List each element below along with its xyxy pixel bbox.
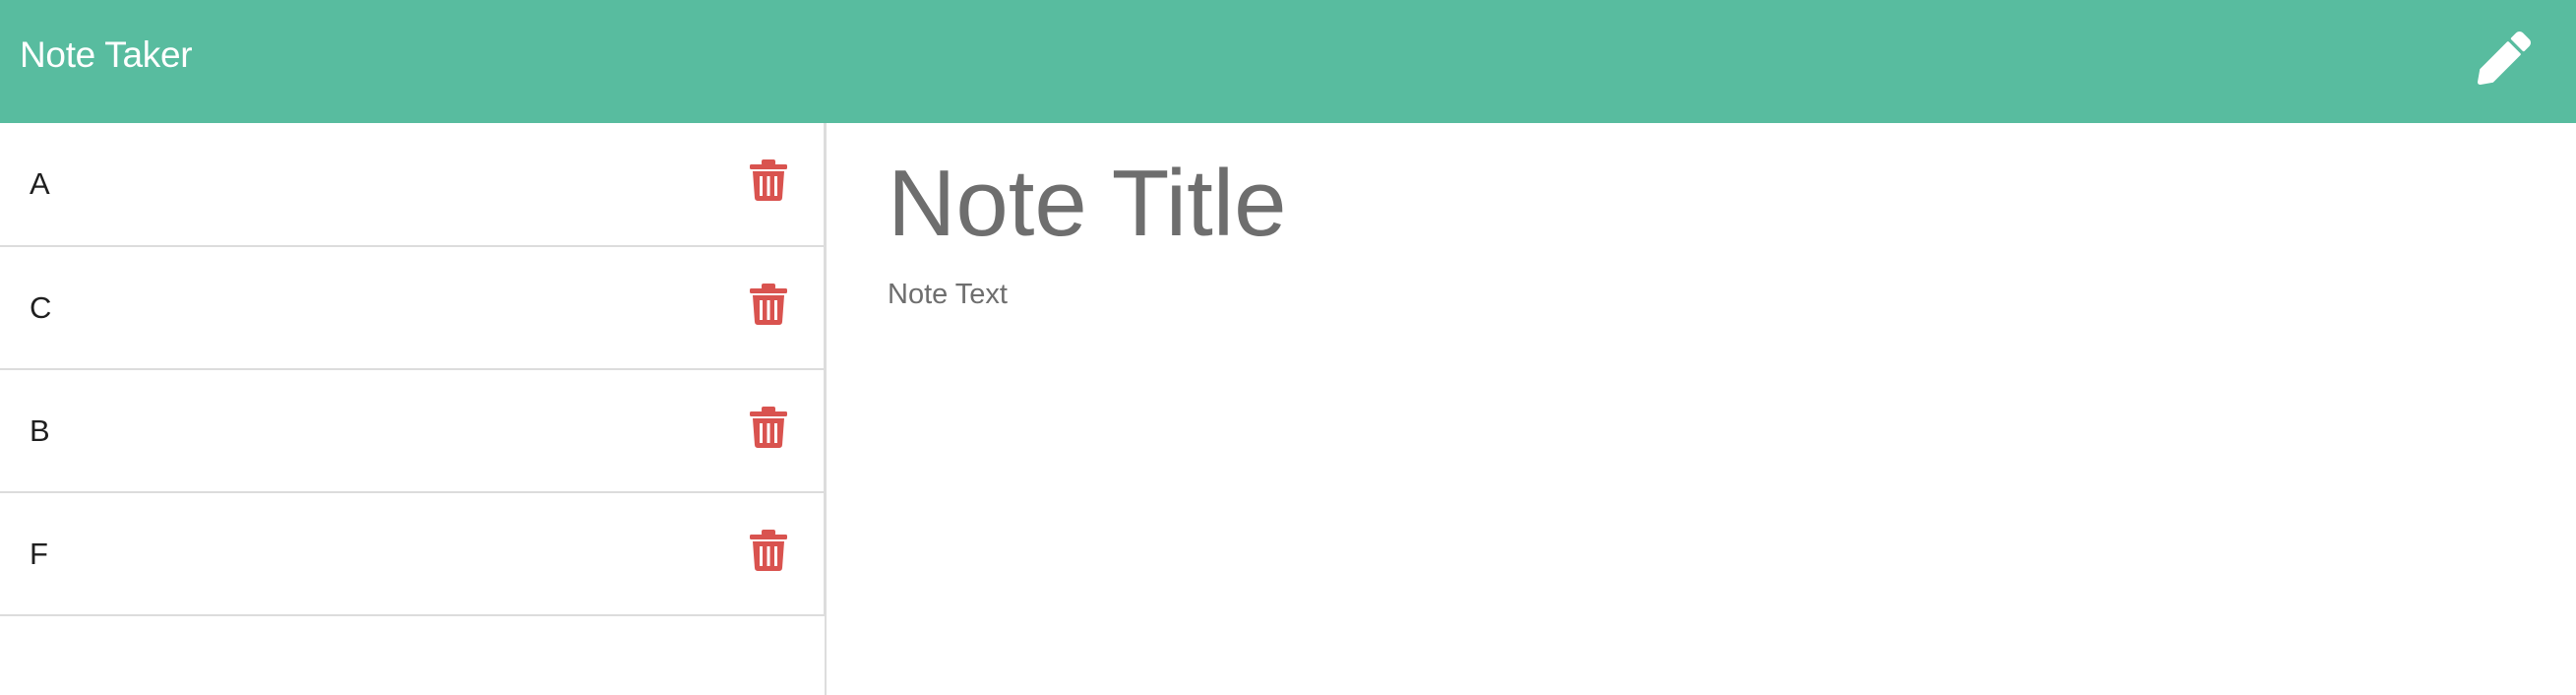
note-title-input[interactable] xyxy=(888,145,2363,263)
note-list-panel: A C B F xyxy=(0,123,827,695)
list-item-note[interactable]: C xyxy=(0,247,825,370)
new-note-button[interactable] xyxy=(2470,24,2539,93)
note-editor xyxy=(827,123,2576,695)
list-item-note[interactable]: A xyxy=(0,123,825,247)
trash-icon[interactable] xyxy=(750,406,787,449)
list-item-note[interactable]: B xyxy=(0,370,825,493)
app-title[interactable]: Note Taker xyxy=(20,30,193,81)
note-item-title: B xyxy=(30,412,50,448)
note-list: A C B F xyxy=(0,123,825,616)
note-item-title: F xyxy=(30,536,48,571)
note-text-area[interactable] xyxy=(888,279,2363,653)
pencil-icon xyxy=(2478,32,2531,85)
trash-icon[interactable] xyxy=(750,283,787,326)
note-item-title: A xyxy=(30,166,50,201)
note-item-title: C xyxy=(30,289,52,325)
trash-icon[interactable] xyxy=(750,529,787,572)
trash-icon[interactable] xyxy=(750,158,787,202)
navbar: Note Taker xyxy=(0,0,2576,123)
list-item-note[interactable]: F xyxy=(0,493,825,616)
